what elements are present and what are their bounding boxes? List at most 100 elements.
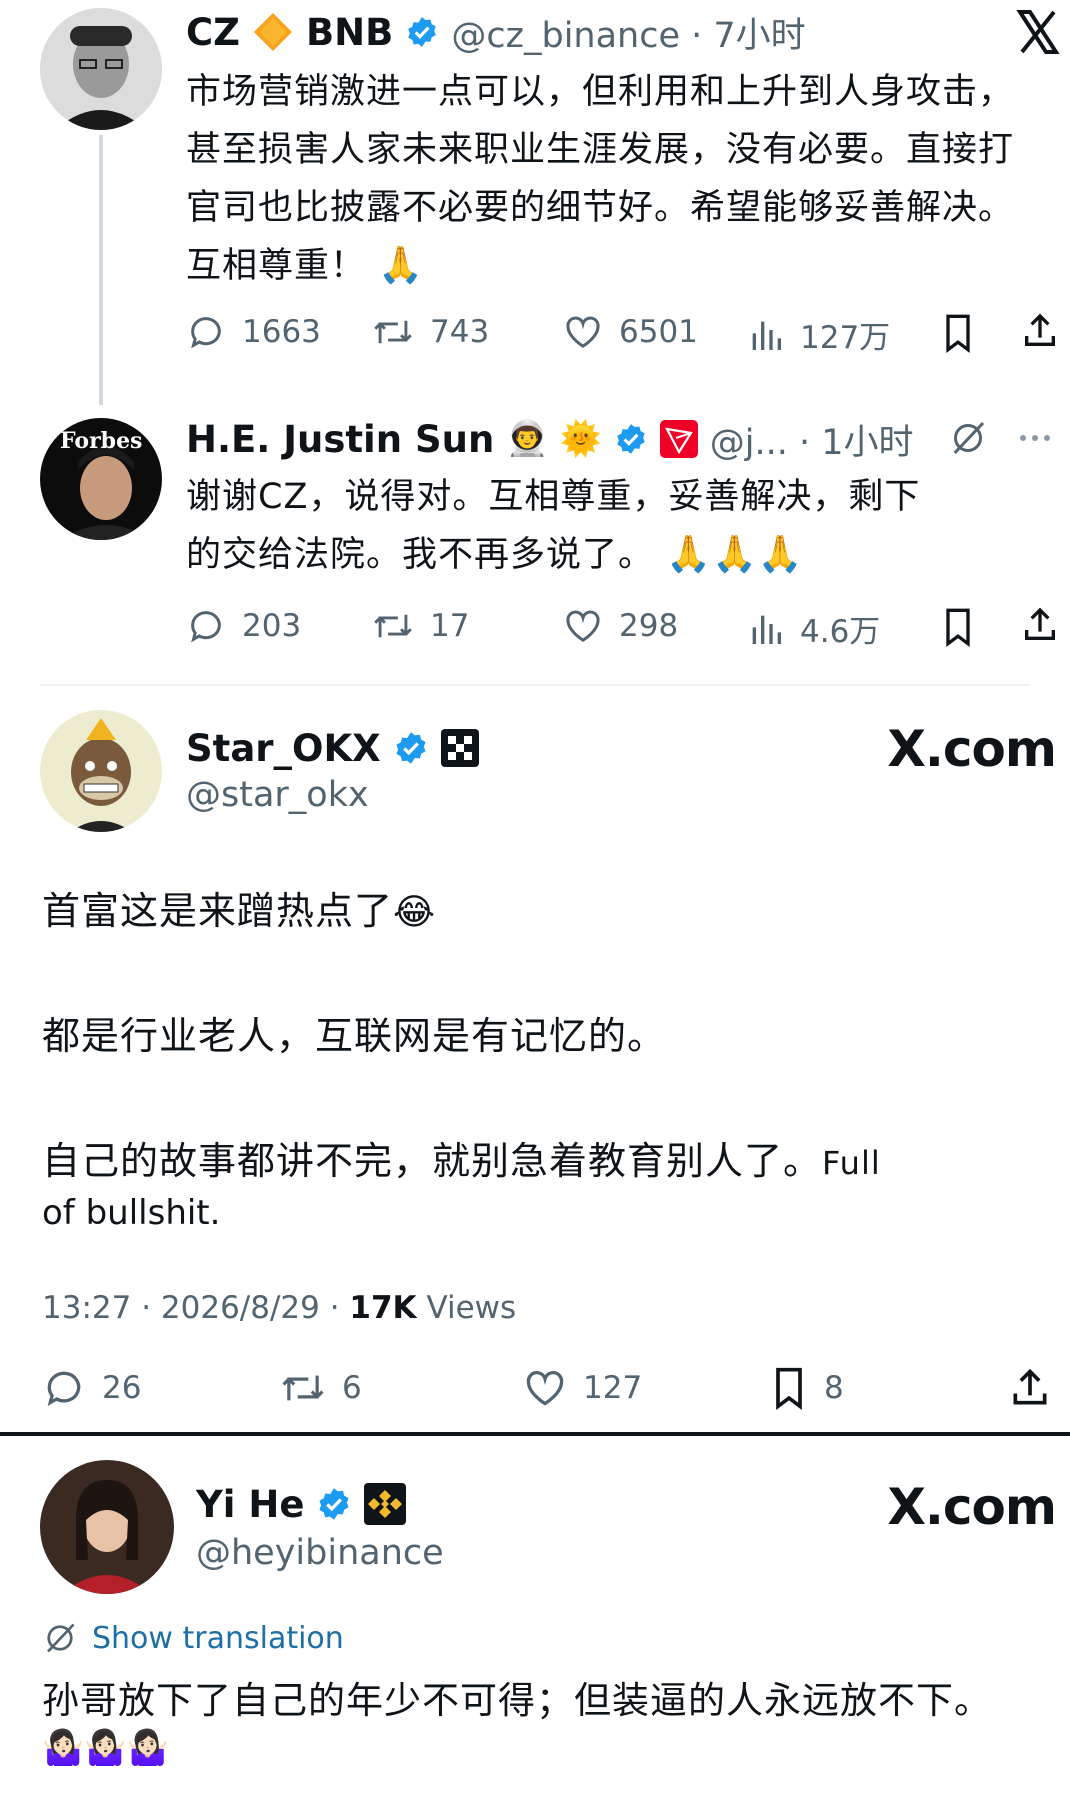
justin-sun-name[interactable]: H.E. Justin Sun bbox=[186, 418, 494, 461]
yi-he-avatar[interactable] bbox=[40, 1460, 174, 1594]
star-okx-handle[interactable]: @star_okx bbox=[186, 775, 369, 815]
like-count: 6501 bbox=[619, 314, 698, 350]
astronaut-sun-emoji: 👨‍🚀 🌞 bbox=[506, 419, 602, 459]
tweet1-line: 市场营销激进一点可以，但利用和上升到人身攻击， bbox=[186, 72, 1015, 112]
tweet1-body: 市场营销激进一点可以，但利用和上升到人身攻击， 甚至损害人家未来职业生涯发展，没… bbox=[186, 63, 1056, 295]
retweet-count: 17 bbox=[430, 608, 470, 644]
bookmark-button[interactable]: 8 bbox=[770, 1366, 844, 1410]
reply-button[interactable]: 203 bbox=[186, 606, 301, 646]
like-button[interactable]: 6501 bbox=[563, 312, 698, 352]
retweet-icon bbox=[374, 320, 412, 344]
reply-button[interactable]: 26 bbox=[42, 1366, 141, 1410]
reply-icon bbox=[191, 611, 221, 643]
heart-icon bbox=[526, 1370, 564, 1406]
show-translation-label: Show translation bbox=[92, 1620, 344, 1656]
retweet-icon bbox=[282, 1375, 324, 1401]
bookmark-icon[interactable] bbox=[940, 607, 976, 647]
star-okx-name[interactable]: Star_OKX bbox=[186, 727, 381, 770]
tweet3-header: Star_OKX bbox=[186, 722, 479, 774]
bookmark-icon bbox=[776, 1367, 802, 1410]
tweet3-para3: 自己的故事都讲不完，就别急着教育别人了。Full bbox=[42, 1130, 881, 1185]
more-options-icon[interactable] bbox=[1020, 428, 1060, 448]
views-chart-icon bbox=[752, 321, 781, 350]
tweet2-line-text: 的交给法院。我不再多说了。 bbox=[186, 535, 655, 575]
tweet3-para3-cont: of bullshit. bbox=[42, 1193, 221, 1233]
xcom-logo: X.com bbox=[887, 1478, 1057, 1536]
yi-he-handle[interactable]: @heyibinance bbox=[196, 1533, 444, 1573]
retweet-icon bbox=[374, 614, 412, 638]
retweet-count: 743 bbox=[430, 314, 490, 350]
reply-count: 26 bbox=[102, 1370, 142, 1406]
bnb-label: BNB bbox=[305, 10, 394, 54]
like-button[interactable]: 298 bbox=[563, 606, 678, 646]
pray-emojis: 🙏🙏🙏 bbox=[666, 534, 804, 575]
views-chart-icon bbox=[752, 615, 781, 644]
tweet2-line: 谢谢CZ，说得对。互相尊重，妥善解决，剩下 bbox=[186, 477, 921, 517]
forbes-text: Forbes bbox=[60, 428, 143, 454]
heart-icon bbox=[566, 316, 600, 348]
thread-line bbox=[99, 135, 103, 405]
pray-emoji: 🙏 bbox=[378, 245, 424, 286]
retweet-button[interactable]: 743 bbox=[372, 312, 489, 352]
yi-he-name[interactable]: Yi He bbox=[196, 1483, 304, 1526]
tweet2-body: 谢谢CZ，说得对。互相尊重，妥善解决，剩下 的交给法院。我不再多说了。 🙏🙏🙏 bbox=[186, 468, 1056, 584]
x-logo-icon[interactable] bbox=[1016, 10, 1060, 54]
binance-logo-icon bbox=[364, 1483, 407, 1525]
tweet3-meta: 13:27 · 2026/8/29 · 17K Views bbox=[42, 1290, 516, 1326]
retweet-button[interactable]: 6 bbox=[280, 1366, 362, 1410]
tweet3-para3-text: 自己的故事都讲不完，就别急着教育别人了。 bbox=[42, 1139, 823, 1183]
verified-badge-icon bbox=[396, 732, 426, 764]
retweet-button[interactable]: 17 bbox=[372, 606, 469, 646]
cz-avatar[interactable] bbox=[40, 8, 162, 130]
translate-icon bbox=[47, 1623, 75, 1653]
tweet3-para2: 都是行业老人，互联网是有记忆的。 bbox=[42, 1014, 667, 1058]
tweet4-header: Yi He bbox=[196, 1478, 407, 1530]
share-icon[interactable] bbox=[1020, 605, 1060, 645]
star-okx-avatar[interactable] bbox=[40, 710, 162, 832]
cz-name[interactable]: CZ bbox=[186, 11, 240, 54]
like-count: 298 bbox=[619, 608, 679, 644]
views-count: 4.6万 bbox=[800, 614, 881, 650]
bookmark-count: 8 bbox=[824, 1370, 844, 1406]
grok-translate-icon[interactable] bbox=[948, 418, 988, 458]
tweet2-line: 的交给法院。我不再多说了。 🙏🙏🙏 bbox=[186, 526, 1056, 584]
tweet4-body: 孙哥放下了自己的年少不可得；但装逼的人永远放不下。 bbox=[42, 1679, 992, 1722]
justin-sun-avatar[interactable]: Forbes bbox=[40, 418, 162, 540]
share-icon[interactable] bbox=[1020, 311, 1060, 351]
heart-icon bbox=[566, 610, 600, 642]
retweet-count: 6 bbox=[342, 1370, 362, 1406]
section-divider bbox=[40, 684, 1030, 686]
reply-button[interactable]: 1663 bbox=[186, 312, 321, 352]
tweet1-header: CZ BNB @cz_binance · 7小时 bbox=[186, 8, 806, 56]
reply-icon bbox=[47, 1371, 81, 1407]
verified-badge-icon bbox=[617, 424, 645, 454]
tweet1-line-text: 互相尊重！ bbox=[186, 246, 367, 286]
justin-handle-time[interactable]: @j... · 1小时 bbox=[710, 414, 914, 465]
like-count: 127 bbox=[583, 1370, 643, 1406]
reply-count: 203 bbox=[242, 608, 302, 644]
tweet3-timestamp[interactable]: 13:27 · 2026/8/29 · bbox=[42, 1290, 349, 1326]
section-divider bbox=[0, 1432, 1070, 1436]
bookmark-icon[interactable] bbox=[940, 313, 976, 353]
views-button[interactable]: 4.6万 bbox=[748, 606, 880, 651]
shrug-emojis: 🤷🏻‍♀️🤷🏻‍♀️🤷🏻‍♀️ bbox=[42, 1728, 170, 1768]
reply-count: 1663 bbox=[242, 314, 321, 350]
tweet1-line: 甚至损害人家未来职业生涯发展，没有必要。直接打 bbox=[186, 130, 1015, 170]
tweet2-header: H.E. Justin Sun 👨‍🚀 🌞 @j... · 1小时 bbox=[186, 414, 914, 464]
like-button[interactable]: 127 bbox=[523, 1366, 642, 1410]
share-icon[interactable] bbox=[1008, 1366, 1052, 1410]
verified-badge-icon bbox=[319, 1488, 349, 1520]
views-button[interactable]: 127万 bbox=[748, 312, 890, 357]
show-translation-link[interactable]: Show translation bbox=[42, 1620, 344, 1656]
cz-handle-time[interactable]: @cz_binance · 7小时 bbox=[451, 7, 805, 58]
tweet3-para3-english: Full bbox=[822, 1144, 881, 1182]
views-count: 127万 bbox=[800, 320, 891, 356]
okx-logo-icon bbox=[440, 729, 479, 767]
verified-badge-icon bbox=[408, 17, 437, 47]
tweet3-para1-text: 首富这是来蹭热点了 bbox=[42, 889, 394, 933]
tweet3-views-count: 17K bbox=[349, 1290, 417, 1326]
laughing-emoji: 😂 bbox=[393, 892, 437, 933]
tweet1-line: 互相尊重！ 🙏 bbox=[186, 237, 1056, 295]
tweet3-views-label: Views bbox=[416, 1290, 517, 1326]
bnb-diamond-icon bbox=[253, 13, 292, 51]
